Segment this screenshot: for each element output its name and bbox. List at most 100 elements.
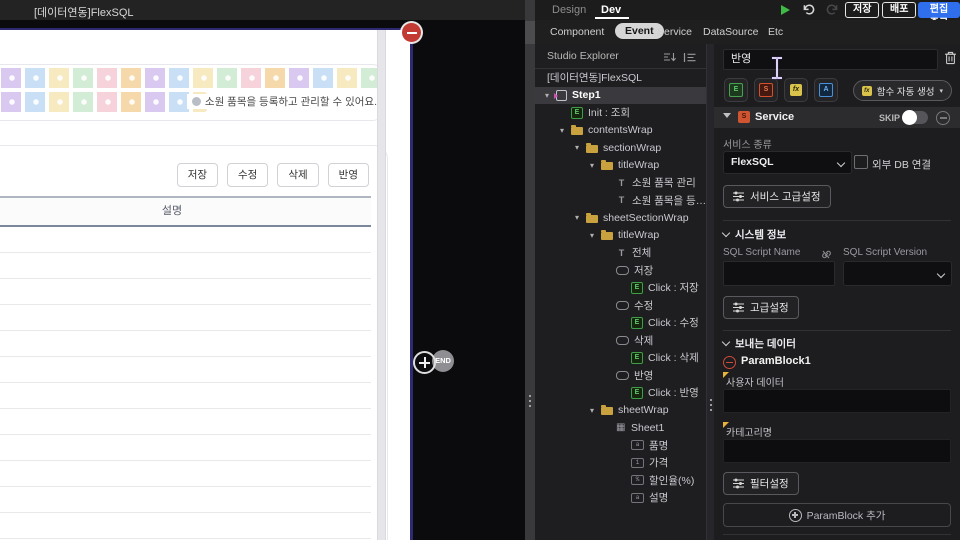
- function-icon: fx: [861, 85, 872, 96]
- canvas-apply-button[interactable]: 반영: [327, 163, 369, 187]
- event-chip[interactable]: E: [724, 78, 748, 102]
- caret-icon[interactable]: [560, 126, 571, 135]
- toggle-knob: [902, 110, 917, 125]
- finish-edit-button[interactable]: 편집종료: [918, 2, 960, 29]
- tab-component[interactable]: Component: [550, 26, 604, 38]
- tree-root[interactable]: [데이터연동]FlexSQL: [535, 69, 706, 87]
- tree-item-click-save[interactable]: Click : 저장: [535, 279, 706, 297]
- tree-item-sheetsectionwrap[interactable]: sheetSectionWrap: [535, 209, 706, 227]
- function-chip[interactable]: fx: [784, 78, 808, 102]
- remove-paramblock-icon[interactable]: [723, 356, 736, 369]
- tree-item-titlewrap[interactable]: titleWrap: [535, 157, 706, 175]
- deploy-button[interactable]: 배포: [882, 2, 917, 18]
- tab-datasource[interactable]: DataSource: [703, 26, 758, 38]
- tree-item-delete-button[interactable]: 삭제: [535, 332, 706, 350]
- tree-item-col-name[interactable]: 품명: [535, 437, 706, 455]
- tree-item-click-edit[interactable]: Click : 수정: [535, 314, 706, 332]
- filter-settings-button[interactable]: 필터설정: [723, 472, 799, 495]
- tree-item-subtitle-text[interactable]: 소원 품목을 등…: [535, 192, 706, 210]
- tab-design[interactable]: Design: [552, 4, 586, 16]
- service-type-select[interactable]: FlexSQL: [723, 151, 852, 174]
- tree-item-title-text[interactable]: 소원 품목 관리: [535, 174, 706, 192]
- advanced-settings-button[interactable]: 고급설정: [723, 296, 799, 319]
- sheet-row: [0, 357, 371, 383]
- document-tab[interactable]: [데이터연동]FlexSQL: [34, 4, 134, 20]
- tree-item-sheetwrap[interactable]: sheetWrap: [535, 402, 706, 420]
- folder-icon: [586, 142, 598, 153]
- event-name-input[interactable]: 반영: [723, 49, 938, 70]
- user-data-input[interactable]: [723, 389, 951, 413]
- tree-item-contentswrap[interactable]: contentsWrap: [535, 122, 706, 140]
- canvas-delete-button[interactable]: 삭제: [277, 163, 319, 187]
- tree-item-step1[interactable]: Step1: [535, 86, 706, 104]
- splitter-grip-icon[interactable]: [525, 392, 535, 410]
- tree-item-total-text[interactable]: 전체: [535, 244, 706, 262]
- category-input[interactable]: [723, 439, 951, 463]
- info-dot-icon: [191, 97, 201, 106]
- service-section-header[interactable]: S Service SKIP: [714, 107, 960, 128]
- run-icon[interactable]: [781, 5, 790, 15]
- action-chip[interactable]: A: [814, 78, 838, 102]
- tree-item-titlewrap2[interactable]: titleWrap: [535, 227, 706, 245]
- tree-item-click-apply[interactable]: Click : 반영: [535, 384, 706, 402]
- caret-icon[interactable]: [590, 406, 601, 415]
- tree-item-col-discount[interactable]: 할인율(%): [535, 472, 706, 490]
- sql-script-version-select[interactable]: [843, 261, 952, 286]
- tree-item-init[interactable]: Init : 조회: [535, 104, 706, 122]
- caret-icon[interactable]: [575, 143, 586, 152]
- text-cursor: [772, 57, 782, 79]
- event-inspector-panel: 반영 E S fx A fx 함수 자동 생성 ▾ S Service SKIP…: [714, 44, 960, 540]
- skip-toggle[interactable]: [902, 110, 928, 125]
- tree-item-sectionwrap[interactable]: sectionWrap: [535, 139, 706, 157]
- app-window: [데이터연동]FlexSQL Design Dev 저장 배포 편집종료 Com…: [0, 0, 960, 540]
- external-db-checkbox[interactable]: [854, 155, 868, 169]
- collapse-all-icon[interactable]: [683, 50, 696, 68]
- folder-icon: [601, 160, 613, 171]
- folder-icon: [571, 125, 583, 136]
- sort-icon[interactable]: [663, 50, 677, 68]
- sheet-grid[interactable]: 설명: [0, 196, 371, 540]
- tab-dev[interactable]: Dev: [601, 4, 621, 16]
- save-button[interactable]: 저장: [845, 2, 880, 18]
- caret-icon[interactable]: [590, 231, 601, 240]
- design-canvas[interactable]: 소원 품목을 등록하고 관리할 수 있어요. 저장 수정 삭제 반영 설명: [0, 28, 413, 540]
- tab-etc[interactable]: Etc: [768, 26, 783, 38]
- remove-service-icon[interactable]: [936, 111, 950, 125]
- service-advanced-settings-button[interactable]: 서비스 고급설정: [723, 185, 831, 208]
- caret-icon[interactable]: [590, 161, 601, 170]
- event-icon: E: [729, 83, 743, 97]
- button-icon: [616, 370, 629, 380]
- add-step-button[interactable]: [413, 351, 436, 374]
- sheet-row: [0, 253, 371, 279]
- text-icon: [616, 248, 627, 258]
- tree-item-col-desc[interactable]: 설명: [535, 489, 706, 507]
- canvas-scrollbar[interactable]: [377, 30, 386, 540]
- sheet-row: [0, 331, 371, 357]
- service-chip[interactable]: S: [754, 78, 778, 102]
- sheet-row: [0, 461, 371, 487]
- tree-item-col-price[interactable]: 가격: [535, 454, 706, 472]
- tree-item-apply-button[interactable]: 반영: [535, 367, 706, 385]
- banner-pattern: [0, 68, 381, 88]
- trash-icon[interactable]: [944, 51, 957, 70]
- caret-icon[interactable]: [575, 213, 586, 222]
- tree-item-edit-button[interactable]: 수정: [535, 297, 706, 315]
- splitter-segment: [525, 21, 535, 44]
- canvas-edit-button[interactable]: 수정: [227, 163, 269, 187]
- canvas-action-buttons: 저장 수정 삭제 반영: [176, 163, 369, 187]
- tree-item-sheet1[interactable]: Sheet1: [535, 419, 706, 437]
- undo-icon[interactable]: [801, 3, 816, 21]
- tab-service[interactable]: Service: [657, 26, 692, 38]
- collapse-caret-icon[interactable]: [723, 113, 731, 118]
- send-data-section-header[interactable]: 보내는 데이터: [721, 336, 796, 351]
- add-paramblock-button[interactable]: ParamBlock 추가: [723, 503, 951, 527]
- sql-script-name-input[interactable]: [723, 261, 835, 286]
- canvas-save-button[interactable]: 저장: [176, 163, 219, 187]
- tree-item-click-delete[interactable]: Click : 삭제: [535, 349, 706, 367]
- button-icon: [616, 265, 629, 275]
- tree-item-save-button[interactable]: 저장: [535, 262, 706, 280]
- panel-splitter-left[interactable]: [525, 0, 535, 540]
- system-info-section-header[interactable]: 시스템 정보: [721, 227, 786, 242]
- remove-step-button[interactable]: [402, 23, 421, 42]
- auto-generate-function-button[interactable]: fx 함수 자동 생성 ▾: [852, 80, 952, 101]
